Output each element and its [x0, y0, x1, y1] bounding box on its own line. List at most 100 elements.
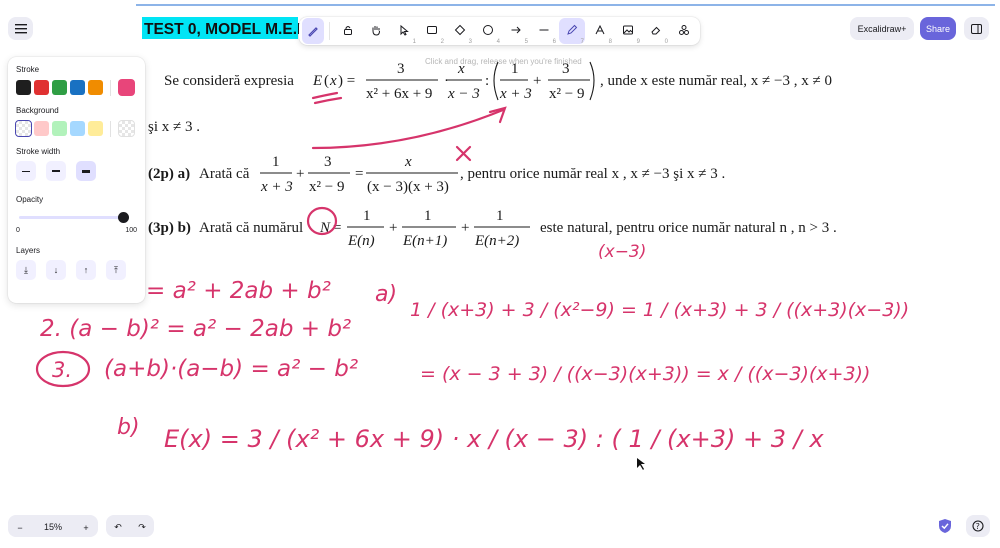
part-a-label: (2p) a) [148, 166, 190, 182]
stroke-color-swatch[interactable] [34, 80, 49, 95]
shapes-icon [678, 24, 690, 39]
shield-check-icon[interactable] [938, 518, 952, 534]
svg-text:(: ( [324, 73, 329, 89]
rectangle-tool-button[interactable]: 2 [419, 18, 445, 45]
question-line2: şi x ≠ 3 . [148, 119, 200, 135]
stroke-color-swatch[interactable] [88, 80, 103, 95]
opacity-min: 0 [16, 227, 20, 234]
diamond-icon [454, 24, 466, 39]
svg-text:1: 1 [272, 154, 280, 170]
stroke-width-row [16, 161, 137, 181]
send-backward-button[interactable]: ↓ [46, 260, 66, 280]
current-background-color[interactable] [118, 120, 135, 137]
main-menu-button[interactable] [8, 17, 33, 40]
ink-part-a-factor: (x−3) [598, 242, 646, 262]
share-button[interactable]: Share [920, 17, 956, 40]
stroke-color-swatch[interactable] [16, 80, 31, 95]
stroke-width-bold[interactable] [46, 161, 66, 181]
svg-text:E(n+2): E(n+2) [474, 233, 519, 249]
bring-forward-button[interactable]: ↑ [76, 260, 96, 280]
bring-to-front-button[interactable]: ⤒ [106, 260, 126, 280]
shortcut-key: 0 [664, 39, 668, 45]
part-b-text: Arată că numărul [199, 220, 303, 236]
zoom-level[interactable]: 15% [44, 522, 62, 532]
arrow-down-icon: ↓ [53, 265, 59, 275]
background-color-swatch[interactable] [34, 121, 49, 136]
expression-E: E(x) = 3 x² + 6x + 9 · x x − 3 : 1 x + 3… [312, 61, 595, 102]
minus-icon: − [17, 522, 23, 533]
arrow-up-icon: ↑ [83, 265, 89, 275]
pencil-icon [566, 24, 578, 39]
stroke-width-label: Stroke width [16, 147, 61, 156]
shortcut-key: 9 [636, 39, 640, 45]
stroke-width-extra-bold[interactable] [76, 161, 96, 181]
background-color-swatch[interactable] [52, 121, 67, 136]
svg-text:+: + [461, 220, 469, 236]
svg-text:x: x [457, 61, 465, 77]
history-controls: ↶ ↷ [106, 515, 154, 537]
drawing-canvas[interactable]: .m { font-family: "Liberation Serif", se… [0, 0, 1000, 548]
properties-panel: Stroke Background Stroke width Opacity 0… [8, 57, 145, 303]
background-label: Background [16, 106, 59, 115]
opacity-thumb[interactable] [118, 212, 129, 223]
eraser-tool-button[interactable]: 0 [643, 18, 669, 45]
shortcut-key: 4 [496, 39, 500, 45]
text-icon [594, 24, 606, 39]
image-tool-button[interactable]: 9 [615, 18, 641, 45]
more-tools-button[interactable] [671, 18, 697, 44]
background-transparent-swatch[interactable] [15, 120, 32, 137]
undo-button[interactable]: ↶ [106, 519, 130, 533]
shortcut-key: 8 [608, 39, 612, 45]
help-button[interactable]: ? [966, 515, 990, 537]
background-color-swatch[interactable] [70, 121, 85, 136]
svg-text:x: x [329, 73, 337, 89]
svg-text:+: + [296, 166, 304, 182]
draw-tool-button[interactable]: 7 [559, 18, 585, 45]
opacity-track [19, 216, 129, 219]
zoom-out-button[interactable]: − [8, 519, 32, 534]
zoom-in-button[interactable]: + [74, 519, 98, 534]
arrow-tool-button[interactable]: 5 [503, 18, 529, 45]
text-tool-button[interactable]: 8 [587, 18, 613, 45]
redo-button[interactable]: ↷ [130, 519, 154, 533]
ellipse-tool-button[interactable]: 4 [475, 18, 501, 45]
current-stroke-color[interactable] [118, 79, 135, 96]
ink-part-b-start: E(x) = 3 / (x² + 6x + 9) · x / (x − 3) :… [164, 425, 824, 453]
svg-text:1: 1 [424, 208, 432, 224]
canvas-svg: .m { font-family: "Liberation Serif", se… [35, 4, 995, 470]
svg-text:x + 3: x + 3 [260, 179, 293, 195]
svg-text:(x − 3)(x + 3): (x − 3)(x + 3) [367, 179, 449, 195]
svg-text:=: = [355, 166, 363, 182]
shortcut-key: 5 [524, 39, 528, 45]
send-to-back-button[interactable]: ⤓ [16, 260, 36, 280]
stroke-color-row [16, 79, 137, 96]
opacity-slider[interactable] [16, 209, 137, 227]
lock-tool-button[interactable] [335, 18, 361, 44]
line-tool-button[interactable]: 6 [531, 18, 557, 45]
background-color-swatch[interactable] [88, 121, 103, 136]
stroke-color-swatch[interactable] [52, 80, 67, 95]
svg-text:1: 1 [496, 208, 504, 224]
part-b-conditions: este natural, pentru orice număr natural… [540, 220, 837, 236]
ink-identity-1: = a² + 2ab + b² [146, 278, 331, 304]
canvas-hint: Click and drag, release when you're fini… [425, 57, 582, 66]
part-a-text: Arată că [199, 166, 250, 182]
stroke-label: Stroke [16, 65, 40, 74]
diamond-tool-button[interactable]: 3 [447, 18, 473, 45]
stroke-width-thin[interactable] [16, 161, 36, 181]
svg-text:x² − 9: x² − 9 [549, 86, 584, 102]
shortcut-key: 1 [412, 39, 416, 45]
part-b-label: (3p) b) [148, 220, 191, 236]
stroke-color-swatch[interactable] [70, 80, 85, 95]
ink-part-b-label: b) [117, 415, 140, 440]
pen-mode-button[interactable] [302, 18, 325, 44]
background-color-row [15, 120, 137, 137]
selection-tool-button[interactable]: 1 [391, 18, 417, 45]
question-intro: Se consideră expresia [164, 73, 294, 89]
hand-tool-button[interactable] [363, 18, 389, 44]
excalidraw-plus-button[interactable]: Excalidraw+ [850, 17, 914, 40]
svg-text:x + 3: x + 3 [499, 86, 532, 102]
svg-text:E(n+1): E(n+1) [402, 233, 447, 249]
bring-to-front-icon: ⤒ [114, 264, 118, 275]
sidebar-toggle-button[interactable] [964, 17, 989, 40]
